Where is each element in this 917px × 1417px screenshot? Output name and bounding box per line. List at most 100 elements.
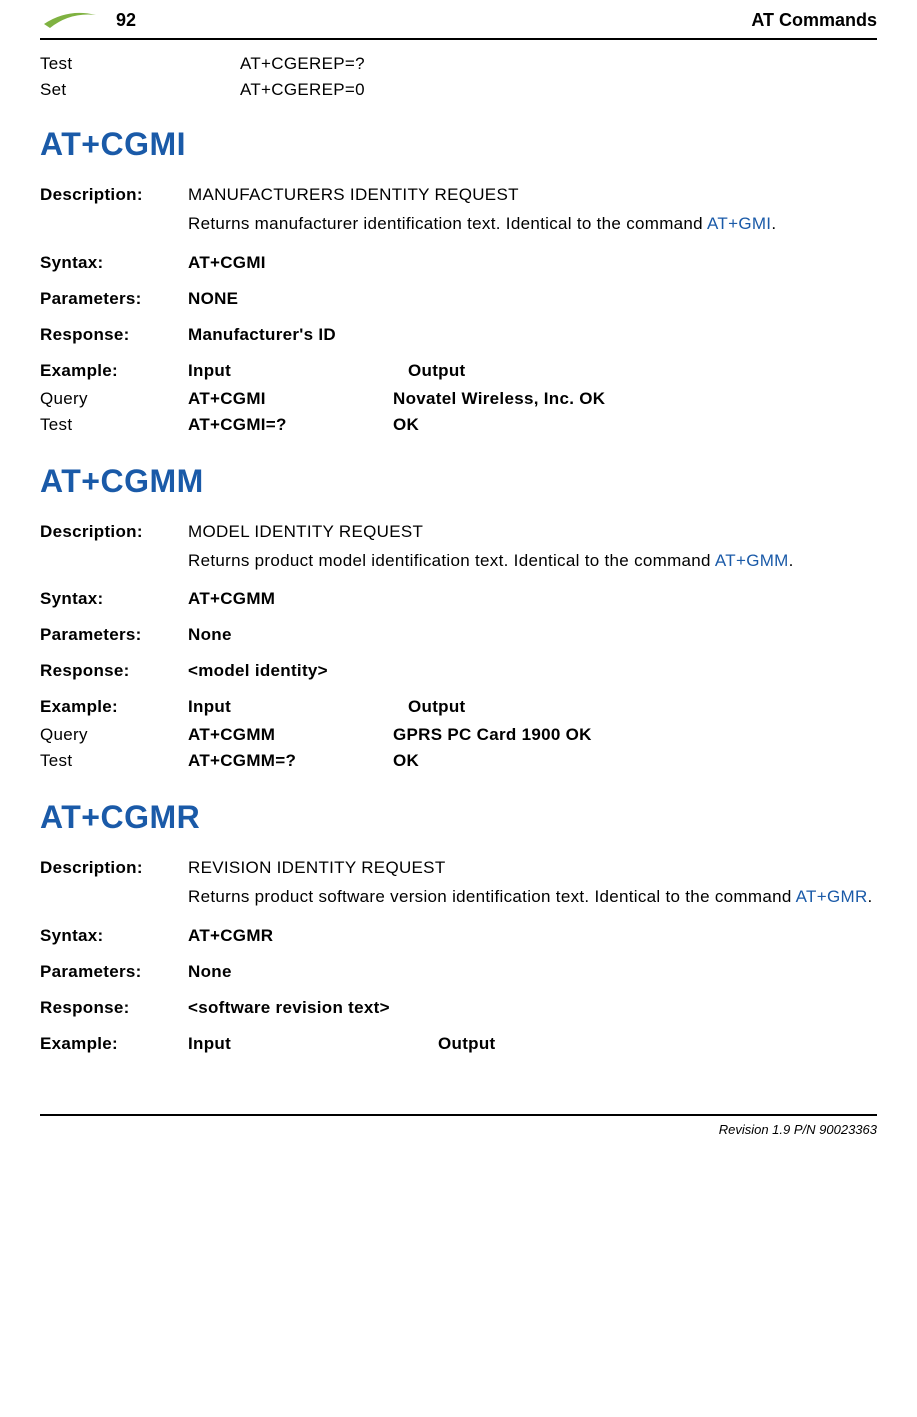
description-extra-post: . <box>771 214 776 233</box>
example-label: Example: <box>40 1034 188 1054</box>
parameters-value: None <box>188 625 877 645</box>
description-extra: Returns product model identification tex… <box>188 548 877 574</box>
footer-rule <box>40 1114 877 1116</box>
example-row-input: AT+CGMI <box>188 389 393 409</box>
parameters-row: Parameters: None <box>40 962 877 982</box>
description-value: MANUFACTURERS IDENTITY REQUEST <box>188 185 877 205</box>
syntax-value: AT+CGMM <box>188 589 877 609</box>
syntax-row: Syntax: AT+CGMR <box>40 926 877 946</box>
description-value: MODEL IDENTITY REQUEST <box>188 522 877 542</box>
syntax-value: AT+CGMR <box>188 926 877 946</box>
description-extra-post: . <box>868 887 873 906</box>
description-extra-pre: Returns product model identification tex… <box>188 551 715 570</box>
description-link[interactable]: AT+GMR <box>796 887 868 906</box>
example-row-output: GPRS PC Card 1900 OK <box>393 725 877 745</box>
syntax-label: Syntax: <box>40 926 188 946</box>
example-row-input: AT+CGMI=? <box>188 415 393 435</box>
description-row: Description: MODEL IDENTITY REQUEST <box>40 522 877 542</box>
response-value: <model identity> <box>188 661 877 681</box>
example-row-type: Query <box>40 725 188 745</box>
parameters-label: Parameters: <box>40 625 188 645</box>
logo-swoosh-icon <box>40 6 100 34</box>
description-label: Description: <box>40 858 188 878</box>
example-input-header: Input <box>188 361 408 381</box>
section-title: AT+CGMM <box>40 463 877 500</box>
example-output-header: Output <box>408 361 877 381</box>
description-label: Description: <box>40 522 188 542</box>
response-row: Response: <model identity> <box>40 661 877 681</box>
description-extra: Returns product software version identif… <box>188 884 877 910</box>
section-at-cgmm: AT+CGMM Description: MODEL IDENTITY REQU… <box>40 463 877 772</box>
example-output-header: Output <box>408 697 877 717</box>
example-label: Example: <box>40 361 188 381</box>
section-at-cgmr: AT+CGMR Description: REVISION IDENTITY R… <box>40 799 877 1054</box>
page: 92 AT Commands Test AT+CGEREP=? Set AT+C… <box>0 0 917 1167</box>
description-label: Description: <box>40 185 188 205</box>
response-row: Response: Manufacturer's ID <box>40 325 877 345</box>
response-row: Response: <software revision text> <box>40 998 877 1018</box>
example-row-output: Novatel Wireless, Inc. OK <box>393 389 877 409</box>
parameters-value: NONE <box>188 289 877 309</box>
response-label: Response: <box>40 325 188 345</box>
example-row-type: Test <box>40 415 188 435</box>
example-header: Example: Input Output <box>40 1034 877 1054</box>
example-block: Example: Input Output Query AT+CGMM GPRS… <box>40 697 877 771</box>
page-header: 92 AT Commands <box>40 0 877 34</box>
example-row: Query AT+CGMM GPRS PC Card 1900 OK <box>40 725 877 745</box>
description-extra: Returns manufacturer identification text… <box>188 211 877 237</box>
header-title: AT Commands <box>751 10 877 31</box>
parameters-label: Parameters: <box>40 289 188 309</box>
description-link[interactable]: AT+GMI <box>707 214 771 233</box>
example-row: Query AT+CGMI Novatel Wireless, Inc. OK <box>40 389 877 409</box>
example-input-header: Input <box>188 1034 438 1054</box>
description-row: Description: REVISION IDENTITY REQUEST <box>40 858 877 878</box>
response-label: Response: <box>40 998 188 1018</box>
example-block: Example: Input Output <box>40 1034 877 1054</box>
example-header: Example: Input Output <box>40 697 877 717</box>
top-continuation-lines: Test AT+CGEREP=? Set AT+CGEREP=0 <box>40 54 877 100</box>
section-title: AT+CGMI <box>40 126 877 163</box>
syntax-label: Syntax: <box>40 589 188 609</box>
syntax-label: Syntax: <box>40 253 188 273</box>
example-row-output: OK <box>393 751 877 771</box>
top-row-label: Set <box>40 80 240 100</box>
example-header: Example: Input Output <box>40 361 877 381</box>
parameters-row: Parameters: NONE <box>40 289 877 309</box>
response-value: <software revision text> <box>188 998 877 1018</box>
parameters-value: None <box>188 962 877 982</box>
example-row-input: AT+CGMM <box>188 725 393 745</box>
example-row-type: Test <box>40 751 188 771</box>
top-row-value: AT+CGEREP=? <box>240 54 877 74</box>
top-row: Set AT+CGEREP=0 <box>40 80 877 100</box>
syntax-value: AT+CGMI <box>188 253 877 273</box>
parameters-label: Parameters: <box>40 962 188 982</box>
syntax-row: Syntax: AT+CGMI <box>40 253 877 273</box>
description-extra-pre: Returns manufacturer identification text… <box>188 214 707 233</box>
example-row-output: OK <box>393 415 877 435</box>
example-label: Example: <box>40 697 188 717</box>
header-left: 92 <box>40 6 136 34</box>
section-at-cgmi: AT+CGMI Description: MANUFACTURERS IDENT… <box>40 126 877 435</box>
section-title: AT+CGMR <box>40 799 877 836</box>
description-extra-post: . <box>789 551 794 570</box>
response-label: Response: <box>40 661 188 681</box>
response-value: Manufacturer's ID <box>188 325 877 345</box>
description-extra-pre: Returns product software version identif… <box>188 887 796 906</box>
description-link[interactable]: AT+GMM <box>715 551 789 570</box>
example-row: Test AT+CGMM=? OK <box>40 751 877 771</box>
footer-revision: Revision 1.9 P/N 90023363 <box>40 1122 877 1137</box>
example-input-header: Input <box>188 697 408 717</box>
syntax-row: Syntax: AT+CGMM <box>40 589 877 609</box>
example-row-type: Query <box>40 389 188 409</box>
example-row-input: AT+CGMM=? <box>188 751 393 771</box>
description-row: Description: MANUFACTURERS IDENTITY REQU… <box>40 185 877 205</box>
parameters-row: Parameters: None <box>40 625 877 645</box>
example-output-header: Output <box>438 1034 877 1054</box>
top-row: Test AT+CGEREP=? <box>40 54 877 74</box>
description-value: REVISION IDENTITY REQUEST <box>188 858 877 878</box>
page-number: 92 <box>116 10 136 31</box>
example-block: Example: Input Output Query AT+CGMI Nova… <box>40 361 877 435</box>
top-row-value: AT+CGEREP=0 <box>240 80 877 100</box>
top-row-label: Test <box>40 54 240 74</box>
example-row: Test AT+CGMI=? OK <box>40 415 877 435</box>
